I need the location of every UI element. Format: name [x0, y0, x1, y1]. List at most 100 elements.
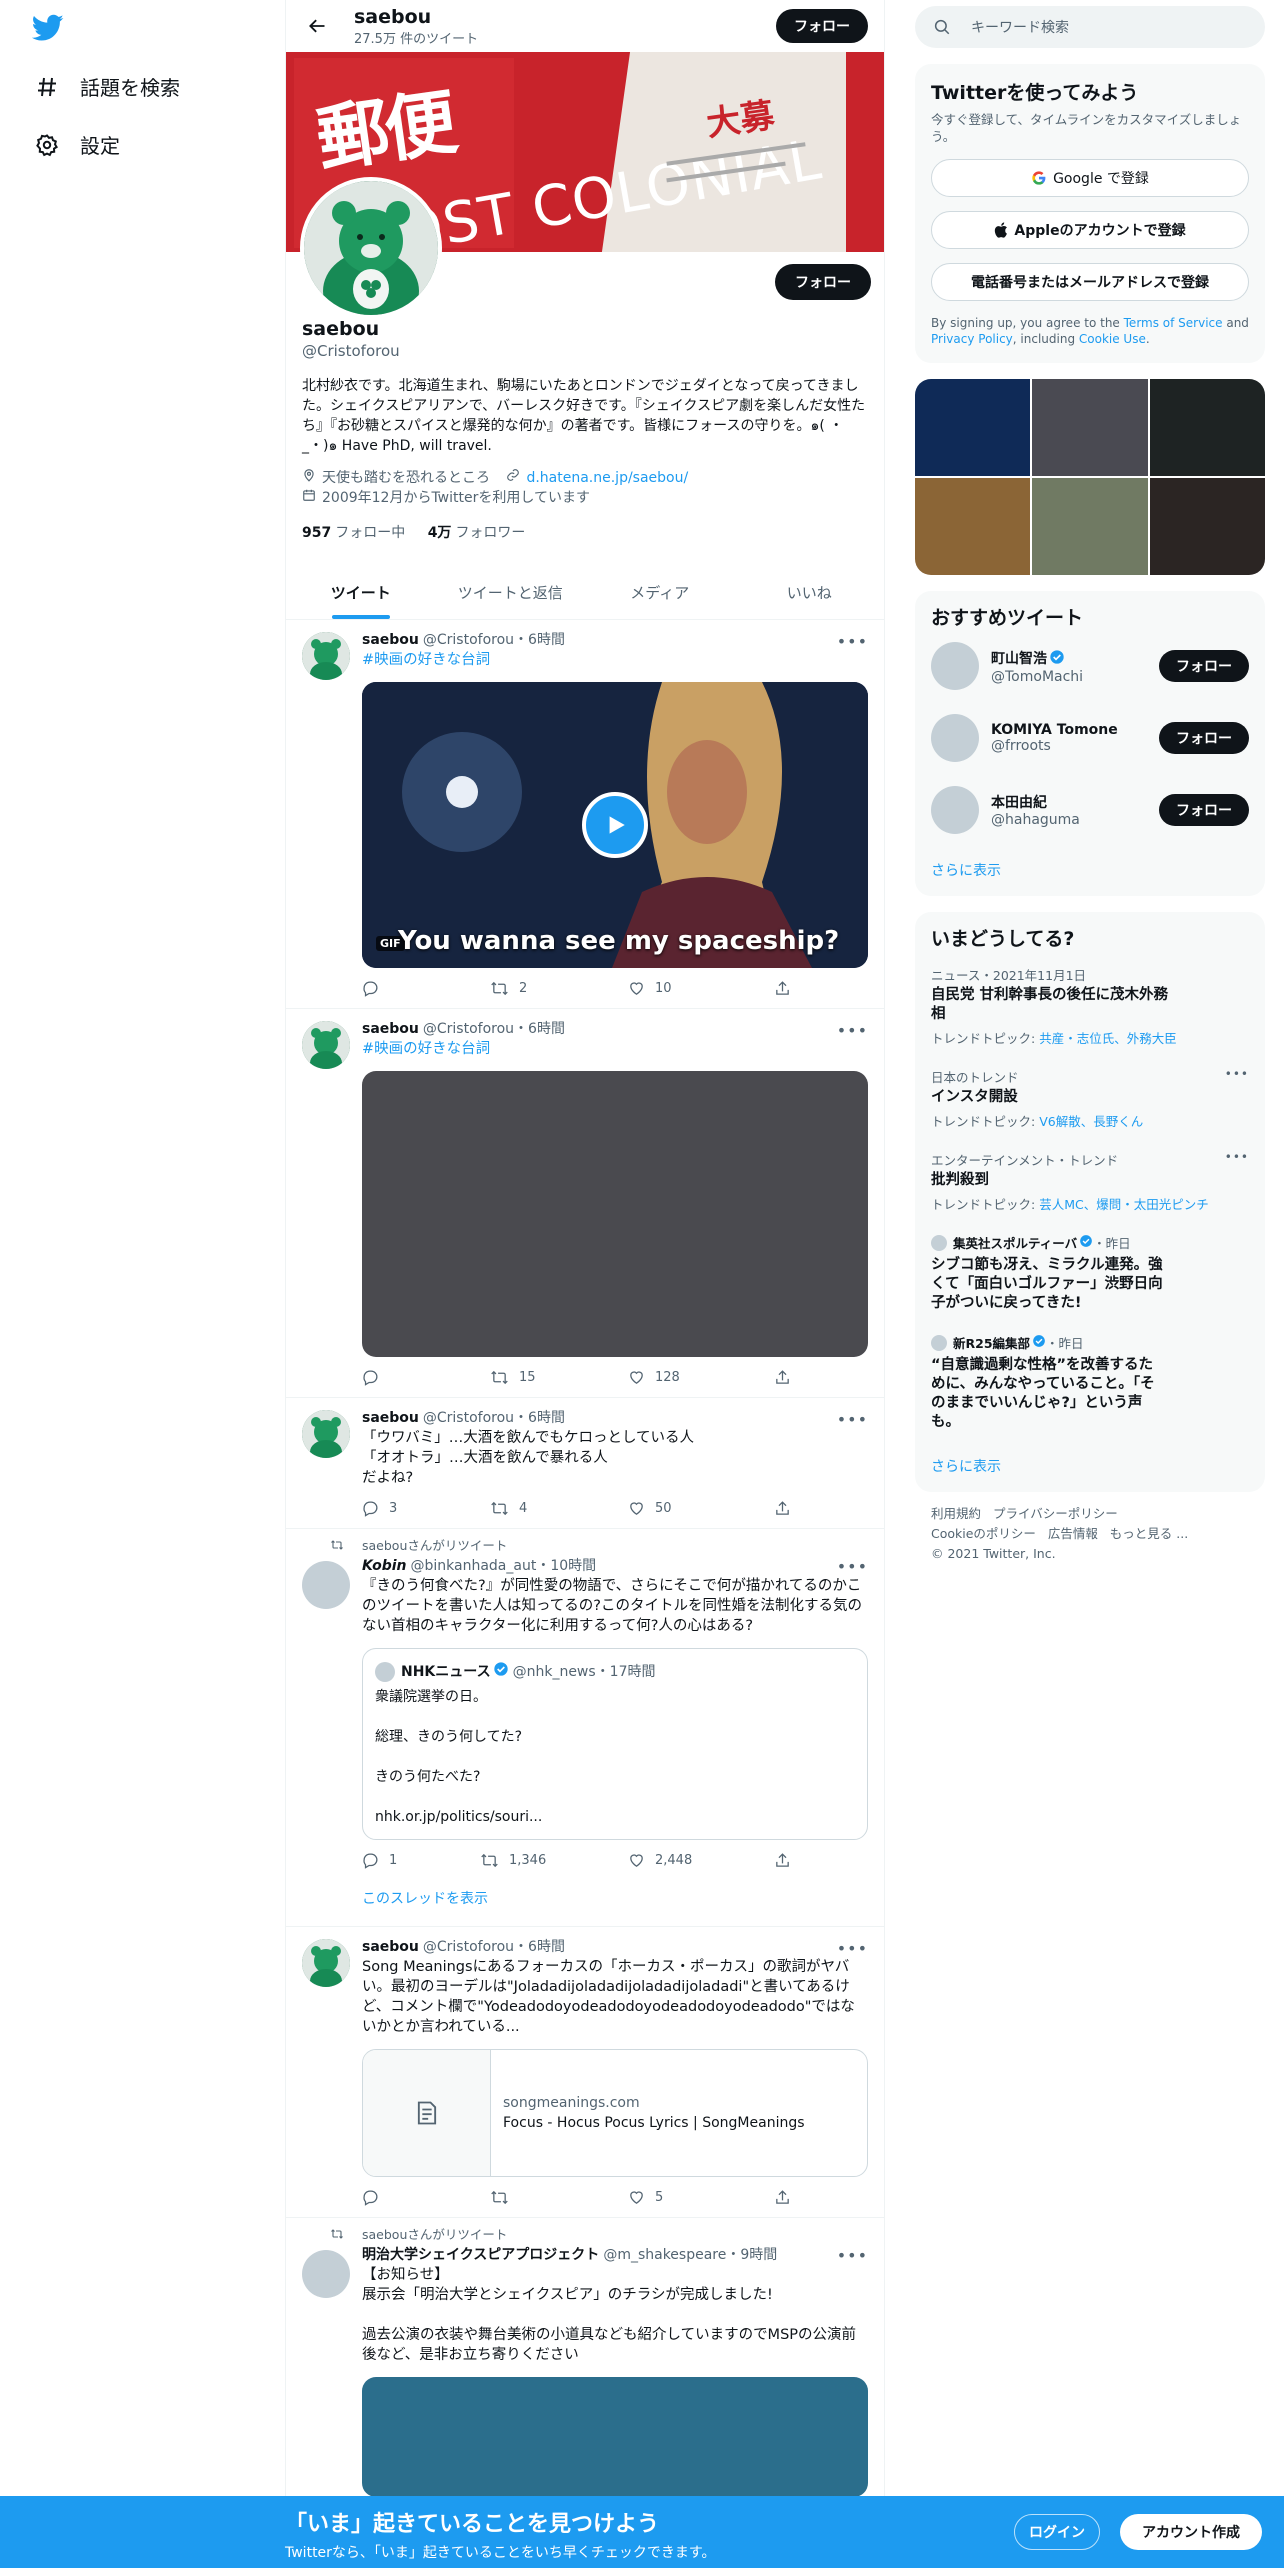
media-thumb[interactable] — [1149, 379, 1265, 476]
more-icon[interactable]: ••• — [837, 632, 868, 651]
tweet-avatar[interactable] — [302, 632, 350, 680]
tab-tweets[interactable]: ツイート — [286, 566, 436, 619]
followers-stat[interactable]: 4万 フォロワー — [428, 525, 526, 541]
tweet[interactable]: saebouさんがリツイート Kobin @binkanhada_aut・10時間… — [286, 1529, 884, 1927]
retweet-button[interactable]: 2 — [490, 980, 628, 997]
media-thumb[interactable] — [1032, 478, 1148, 575]
retweet-button[interactable] — [490, 2189, 628, 2206]
tweet-hashtag[interactable]: #映画の好きな台詞 — [362, 1039, 868, 1059]
share-button[interactable] — [774, 980, 801, 997]
more-icon[interactable]: ••• — [837, 1021, 868, 1040]
like-button[interactable]: 2,448 — [628, 1852, 774, 1869]
tweet-avatar[interactable] — [302, 1939, 350, 1987]
footer-more-link[interactable]: もっと見る ... — [1110, 1526, 1188, 1541]
login-button[interactable]: ログイン — [1014, 2514, 1100, 2550]
profile-follow-button[interactable]: フォロー — [775, 264, 871, 300]
more-icon[interactable]: ••• — [837, 2246, 868, 2265]
media-thumb[interactable] — [1149, 478, 1265, 575]
share-button[interactable] — [774, 2189, 801, 2206]
footer-link[interactable]: Cookieのポリシー — [931, 1526, 1036, 1541]
footer-link[interactable]: プライバシーポリシー — [993, 1506, 1118, 1521]
media-thumb[interactable] — [1032, 379, 1148, 476]
reply-button[interactable] — [362, 980, 490, 997]
trend-item[interactable]: ニュース・2021年11月1日 自民党 甘利幹事長の後任に茂木外務相 トレンドト… — [915, 955, 1265, 1057]
tab-media[interactable]: メディア — [585, 566, 735, 619]
following-stat[interactable]: 957 フォロー中 — [302, 525, 405, 541]
share-button[interactable] — [774, 1500, 801, 1517]
share-button[interactable] — [774, 1852, 801, 1869]
retweet-button[interactable]: 1,346 — [480, 1852, 628, 1869]
nav-settings[interactable]: 設定 — [34, 130, 120, 159]
tweet-media-placeholder[interactable] — [362, 1071, 868, 1357]
trend-item[interactable]: 日本のトレンド インスタ開設 トレンドトピック: V6解散、長野くん ••• — [915, 1057, 1265, 1140]
cookie-link[interactable]: Cookie Use — [1079, 332, 1146, 346]
header-follow-button[interactable]: フォロー — [776, 9, 868, 43]
trends-show-more[interactable]: さらに表示 — [915, 1442, 1265, 1492]
share-button[interactable] — [774, 1369, 801, 1386]
who-item[interactable]: KOMIYA Tomone @frroots フォロー — [915, 702, 1265, 774]
news-item[interactable]: 新R25編集部 ・昨日 “自意識過剰な性格”を改善するために、みんなやっているこ… — [915, 1323, 1265, 1442]
news-item[interactable]: 集英社スポルティーバ ・昨日 シブコ節も冴え、ミラクル連発。強くて「面白いゴルフ… — [915, 1223, 1265, 1323]
search-input[interactable]: キーワード検索 — [915, 6, 1265, 48]
more-icon[interactable]: ••• — [837, 1557, 868, 1576]
tweet[interactable]: saebouさんがリツイート 明治大学シェイクスピアプロジェクト @m_shake… — [286, 2218, 884, 2507]
tab-tweets-and-replies[interactable]: ツイートと返信 — [436, 566, 586, 619]
media-thumb[interactable] — [915, 478, 1031, 575]
like-button[interactable]: 5 — [628, 2189, 774, 2206]
phone-email-signup-button[interactable]: 電話番号またはメールアドレスで登録 — [931, 263, 1249, 301]
tweet[interactable]: saebou @Cristoforou・6時間 ••• 「ウワバミ」…大酒を飲んで… — [286, 1398, 884, 1529]
tweet-hashtag[interactable]: #映画の好きな台詞 — [362, 650, 868, 670]
media-thumb[interactable] — [915, 379, 1031, 476]
tweet[interactable]: saebou @Cristoforou・6時間 ••• Song Meanings… — [286, 1927, 884, 2218]
like-button[interactable]: 50 — [628, 1500, 774, 1517]
tweet-avatar[interactable] — [302, 1410, 350, 1458]
tweet[interactable]: saebou @Cristoforou・6時間 ••• #映画の好きな台詞 GIF… — [286, 620, 884, 1009]
footer-link[interactable]: 広告情報 — [1048, 1526, 1098, 1541]
like-button[interactable]: 10 — [628, 980, 774, 997]
tab-likes[interactable]: いいね — [735, 566, 885, 619]
tweet-image[interactable] — [362, 2377, 868, 2497]
reply-button[interactable]: 3 — [362, 1500, 490, 1517]
tweet-text: Song Meaningsにあるフォーカスの「ホーカス・ポーカス」の歌詞がヤバい… — [362, 1959, 855, 2035]
retweet-button[interactable]: 4 — [490, 1500, 628, 1517]
signup-button[interactable]: アカウント作成 — [1120, 2514, 1262, 2550]
more-icon[interactable]: ••• — [837, 1410, 868, 1429]
verified-icon — [1049, 649, 1065, 669]
privacy-link[interactable]: Privacy Policy — [931, 332, 1013, 346]
quote-link[interactable]: nhk.or.jp/politics/souri... — [375, 1807, 855, 1827]
who-item[interactable]: 町山智浩 @TomoMachi フォロー — [915, 630, 1265, 702]
reply-button[interactable]: 1 — [362, 1852, 480, 1869]
tweet-text-line: 【お知らせ】 — [362, 2267, 449, 2283]
tweet-gif[interactable]: GIF You wanna see my spaceship? — [362, 682, 868, 968]
who-follow-button[interactable]: フォロー — [1159, 722, 1249, 754]
apple-signup-button[interactable]: Appleのアカウントで登録 — [931, 211, 1249, 249]
google-signup-button[interactable]: Google で登録 — [931, 159, 1249, 197]
who-show-more[interactable]: さらに表示 — [915, 846, 1265, 896]
more-icon[interactable]: ••• — [1225, 1150, 1249, 1164]
tweet-avatar[interactable] — [302, 1021, 350, 1069]
profile-link[interactable]: d.hatena.ne.jp/saebou/ — [526, 470, 688, 486]
back-arrow-icon[interactable] — [302, 11, 332, 41]
footer-link[interactable]: 利用規約 — [931, 1506, 981, 1521]
more-icon[interactable]: ••• — [837, 1939, 868, 1958]
quoted-tweet[interactable]: NHKニュース @nhk_news ・17時間 衆議院選挙の日。 総理、きのう何し… — [362, 1648, 868, 1840]
link-card[interactable]: songmeanings.com Focus - Hocus Pocus Lyr… — [362, 2049, 868, 2177]
profile-avatar[interactable] — [300, 177, 442, 319]
who-item[interactable]: 本田由紀 @hahaguma フォロー — [915, 774, 1265, 846]
more-icon[interactable]: ••• — [1225, 1067, 1249, 1081]
tweet-avatar[interactable] — [302, 2250, 350, 2298]
show-thread-link[interactable]: このスレッドを表示 — [362, 1888, 868, 1908]
play-icon[interactable] — [582, 792, 648, 858]
like-button[interactable]: 128 — [628, 1369, 774, 1386]
trend-item[interactable]: エンターテインメント・トレンド 批判殺到 トレンドトピック: 芸人MC、爆問・太… — [915, 1140, 1265, 1223]
retweet-button[interactable]: 15 — [490, 1369, 628, 1386]
tweet[interactable]: saebou @Cristoforou・6時間 ••• #映画の好きな台詞 15 … — [286, 1009, 884, 1398]
reply-button[interactable] — [362, 1369, 490, 1386]
twitter-logo-icon[interactable] — [31, 14, 64, 42]
nav-explore[interactable]: 話題を検索 — [34, 72, 180, 101]
reply-button[interactable] — [362, 2189, 490, 2206]
tweet-avatar[interactable] — [302, 1561, 350, 1609]
who-follow-button[interactable]: フォロー — [1159, 650, 1249, 682]
who-follow-button[interactable]: フォロー — [1159, 794, 1249, 826]
terms-link[interactable]: Terms of Service — [1124, 316, 1223, 330]
